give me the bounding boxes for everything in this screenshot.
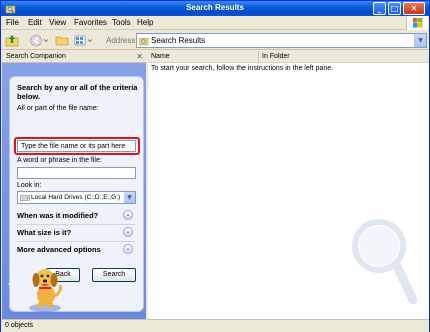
option-size[interactable]: What size is it?	[17, 228, 71, 237]
status-bar: 0 objects	[1, 319, 429, 332]
results-message: To start your search, follow the instruc…	[151, 65, 334, 72]
chevron-down-icon[interactable]: ▼	[414, 34, 426, 47]
menu-bar: File Edit View Favorites Tools Help	[1, 16, 429, 30]
hard-drive-icon	[20, 195, 30, 201]
lookin-label: Look in:	[17, 182, 42, 189]
expand-chevron-icon[interactable]: ⌄	[123, 244, 133, 254]
menu-file[interactable]: File	[6, 18, 19, 27]
column-header-folder[interactable]: In Folder	[259, 51, 429, 63]
menu-help[interactable]: Help	[137, 18, 153, 27]
status-text: 0 objects	[5, 322, 34, 329]
search-button[interactable]: Search	[92, 268, 136, 282]
pane-title: Search Companion	[6, 53, 66, 60]
filename-label: All or part of the file name:	[17, 105, 99, 112]
filename-input[interactable]: Type the file name or its part here	[17, 140, 136, 152]
menu-tools[interactable]: Tools	[112, 18, 131, 27]
menu-favorites[interactable]: Favorites	[74, 18, 107, 27]
column-header-name[interactable]: Name	[148, 51, 259, 63]
up-folder-icon[interactable]	[5, 33, 19, 48]
search-results-window: Search Results _ □ ✕ File Edit View Favo…	[0, 0, 430, 332]
menu-edit[interactable]: Edit	[28, 18, 42, 27]
divider	[17, 224, 135, 225]
option-advanced[interactable]: More advanced options	[17, 245, 101, 254]
results-pane: Name In Folder To start your search, fol…	[148, 51, 429, 319]
window-title: Search Results	[186, 3, 244, 12]
expand-chevron-icon[interactable]: ⌄	[123, 227, 133, 237]
maximize-button[interactable]: □	[388, 2, 401, 15]
minimize-button[interactable]: _	[373, 2, 386, 15]
divider	[17, 241, 135, 242]
search-companion-pane: Search Companion ✕ Search by any or all …	[2, 51, 146, 319]
close-button[interactable]: ✕	[403, 2, 425, 15]
bubble-tail	[8, 283, 24, 297]
pane-header: Search Companion ✕	[2, 51, 146, 63]
lookin-value: Local Hard Drives (C:;D:;E:;G:)	[31, 194, 121, 201]
close-icon[interactable]: ✕	[136, 52, 143, 61]
address-label: Address	[106, 36, 136, 45]
toolbar: Address Search Results ▼	[1, 31, 429, 50]
chevron-down-icon[interactable]: ▼	[124, 192, 135, 203]
views-icon[interactable]	[73, 33, 95, 48]
windows-logo-icon	[406, 16, 428, 30]
option-modified[interactable]: When was it modified?	[17, 211, 98, 220]
search-dog-icon[interactable]	[24, 263, 66, 313]
folder-icon[interactable]	[55, 33, 69, 48]
expand-chevron-icon[interactable]: ⌄	[123, 210, 133, 220]
lookin-select[interactable]: Local Hard Drives (C:;D:;E:;G:) ▼	[17, 191, 136, 204]
address-bar[interactable]: Search Results ▼	[136, 33, 427, 48]
title-bar[interactable]: Search Results _ □ ✕	[1, 1, 429, 16]
criteria-heading: Search by any or all of the criteria bel…	[17, 83, 138, 101]
phrase-label: A word or phrase in the file:	[17, 157, 102, 164]
back-icon[interactable]	[29, 33, 51, 48]
phrase-input[interactable]	[17, 167, 136, 179]
magnifier-watermark-icon	[352, 219, 417, 304]
search-folder-icon	[139, 38, 149, 46]
menu-view[interactable]: View	[49, 18, 66, 27]
address-value: Search Results	[151, 36, 206, 45]
